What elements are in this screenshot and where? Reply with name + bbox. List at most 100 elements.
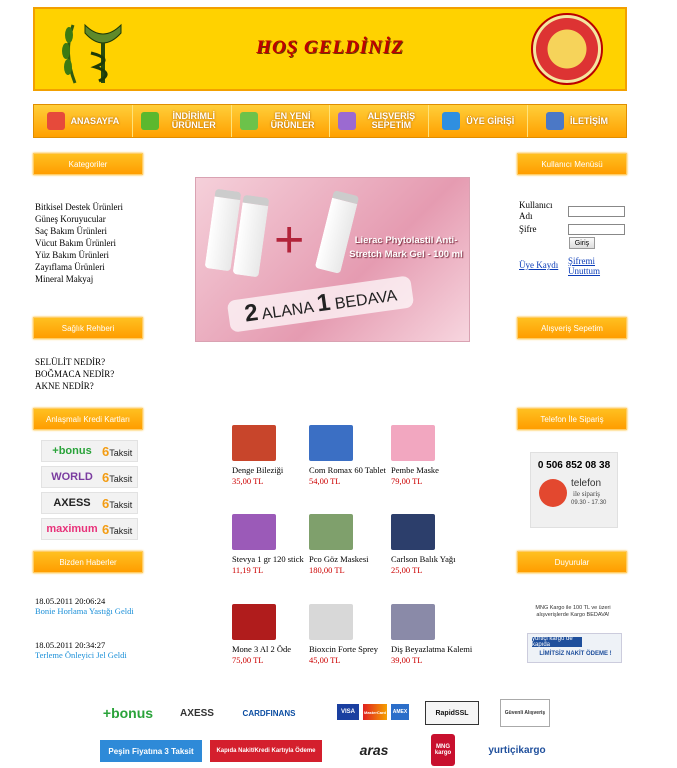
category-link[interactable]: Bitkisel Destek Ürünleri [35,201,123,213]
product-card[interactable]: Bioxcin Forte Sprey 45,00 TL [309,604,394,666]
health-guide-list: SELÜLİT NEDİR? BOĞMACA NEDİR? AKNE NEDİR… [35,356,114,392]
health-guide-heading: Sağlık Rehberi [33,317,143,339]
site-header: HOŞ GELDİNİZ [33,7,627,91]
product-price: 180,00 TL [309,565,345,575]
product-card[interactable]: Pco Göz Maskesi 180,00 TL [309,514,394,576]
banner-offer: 2 ALANA 1 BEDAVA [226,275,415,333]
health-guide-link[interactable]: AKNE NEDİR? [35,380,114,392]
product-price: 35,00 TL [232,476,264,486]
category-link[interactable]: Mineral Makyaj [35,273,123,285]
phone-icon [546,112,565,130]
card-brand: +bonus [52,445,92,457]
phone-caption: telefon [571,478,602,489]
down-arrow-icon [140,112,159,130]
product-price: 75,00 TL [232,655,264,665]
product-name[interactable]: Diş Beyazlatma Kalemi [391,644,476,655]
login-button[interactable]: Giriş [569,237,595,249]
product-name[interactable]: Denge Bileziği [232,465,317,476]
nav-discounted[interactable]: İNDİRİMLİ ÜRÜNLER [133,105,232,137]
installment-badge: 6Taksit [102,469,133,485]
plus-sign: + [274,211,305,269]
news-link[interactable]: Terleme Önleyici Jel Geldi [35,650,127,660]
nav-home[interactable]: ANASAYFA [34,105,133,137]
cart-heading: Alışveriş Sepetim [517,317,627,339]
news-link[interactable]: Bonie Horlama Yastığı Geldi [35,606,134,616]
nav-cart[interactable]: ALIŞVERİŞ SEPETİM [330,105,430,137]
health-guide-link[interactable]: BOĞMACA NEDİR? [35,368,114,380]
banner-title: Lierac Phytolastil Anti-Stretch Mark Gel… [349,235,463,260]
product-card[interactable]: Carlson Balık Yağı 25,00 TL [391,514,476,576]
category-link[interactable]: Vücut Bakım Ürünleri [35,237,123,249]
product-card[interactable]: Com Romax 60 Tablet 54,00 TL [309,425,394,487]
product-name[interactable]: Pembe Maske [391,465,476,476]
username-input[interactable] [568,206,625,217]
installment-banner: Peşin Fiyatına 3 Taksit [100,740,202,762]
nav-login[interactable]: ÜYE GİRİŞİ [429,105,529,137]
nav-contact[interactable]: İLETİŞİM [528,105,626,137]
aras-kargo-logo: aras [359,742,389,758]
rapidssl-badge: RapidSSL [425,701,479,725]
yurtici-announcement: yurtiçi kargo de kapıda LİMİTSİZ NAKİT Ö… [527,633,622,663]
forgot-password-link[interactable]: Şifremi Unuttum [568,256,608,276]
credit-card-bonus: +bonus 6Taksit [41,440,138,462]
nav-label: ANASAYFA [70,115,120,126]
nav-label: EN YENİ ÜRÜNLER [270,111,315,130]
home-icon [46,112,65,130]
cargo-announcement: MNG Kargo ile 100 TL ve üzeri alışverişl… [535,605,611,618]
product-name[interactable]: Com Romax 60 Tablet [309,465,394,476]
mng-kargo-logo: MNG kargo [431,734,455,766]
news-item: 18.05.2011 20:06:24 Bonie Horlama Yastığ… [35,596,134,616]
product-card[interactable]: Diş Beyazlatma Kalemi 39,00 TL [391,604,476,666]
username-label: Kullanıcı Adı [519,200,553,221]
product-card[interactable]: Pembe Maske 79,00 TL [391,425,476,487]
mastercard-logo: MasterCard [363,704,387,720]
product-name[interactable]: Mone 3 Al 2 Öde [232,644,317,655]
ministry-of-health-logo [531,13,603,85]
users-icon [442,112,461,130]
nav-label: İLETİŞİM [570,115,609,126]
health-guide-link[interactable]: SELÜLİT NEDİR? [35,356,114,368]
category-link[interactable]: Saç Bakım Ürünleri [35,225,123,237]
password-label: Şifre [519,224,537,234]
card-brand: AXESS [53,497,91,509]
installment-badge: 6Taksit [102,521,133,537]
phone-order-heading: Telefon İle Sipariş [517,408,627,430]
password-input[interactable] [568,224,625,235]
product-card[interactable]: Denge Bileziği 35,00 TL [232,425,317,487]
cash-on-delivery-banner: Kapıda Nakit/Kredi Kartıyla Ödeme [210,740,322,762]
product-price: 45,00 TL [309,655,341,665]
product-image [232,514,276,550]
credit-cards-heading: Anlaşmalı Kredi Kartları [33,408,143,430]
nav-label: ÜYE GİRİŞİ [466,115,515,126]
phone-number: 0 506 852 08 38 [537,460,611,471]
category-list: Bitkisel Destek Ürünleri Güneş Koruyucul… [35,201,123,285]
product-card[interactable]: Mone 3 Al 2 Öde 75,00 TL [232,604,317,666]
news-date: 18.05.2011 20:06:24 [35,596,106,606]
news-item: 18.05.2011 20:34:27 Terleme Önleyici Jel… [35,640,127,660]
register-link[interactable]: Üye Kaydı [519,260,558,270]
nav-new-products[interactable]: EN YENİ ÜRÜNLER [232,105,331,137]
axess-logo: AXESS [180,707,214,719]
credit-card-maximum: maximum 6Taksit [41,518,138,540]
product-card[interactable]: Stevya 1 gr 120 stick 11,19 TL [232,514,317,576]
category-link[interactable]: Güneş Koruyucular [35,213,123,225]
product-name[interactable]: Bioxcin Forte Sprey [309,644,394,655]
promo-banner[interactable]: + Lierac Phytolastil Anti-Stretch Mark G… [195,177,470,342]
product-name[interactable]: Carlson Balık Yağı [391,554,476,565]
product-name[interactable]: Pco Göz Maskesi [309,554,394,565]
product-price: 39,00 TL [391,655,423,665]
nav-label: İNDİRİMLİ ÜRÜNLER [171,111,216,130]
visa-logo: VISA [337,704,359,720]
news-heading: Bizden Haberler [33,551,143,573]
product-image [232,604,276,640]
phone-order-card: 0 506 852 08 38 telefon ile sipariş 09.3… [530,452,618,528]
nav-label: ALIŞVERİŞ SEPETİM [367,111,416,130]
category-link[interactable]: Zayıflama Ürünleri [35,261,123,273]
product-name[interactable]: Stevya 1 gr 120 stick [232,554,317,565]
amex-logo: AMEX [391,704,409,720]
category-link[interactable]: Yüz Bakım Ürünleri [35,249,123,261]
yurtici-kargo-logo: yurtiçikargo [488,744,546,756]
cash-payment-text: LİMİTSİZ NAKİT ÖDEME ! [539,651,612,657]
news-date: 18.05.2011 20:34:27 [35,640,106,650]
product-price: 25,00 TL [391,565,423,575]
